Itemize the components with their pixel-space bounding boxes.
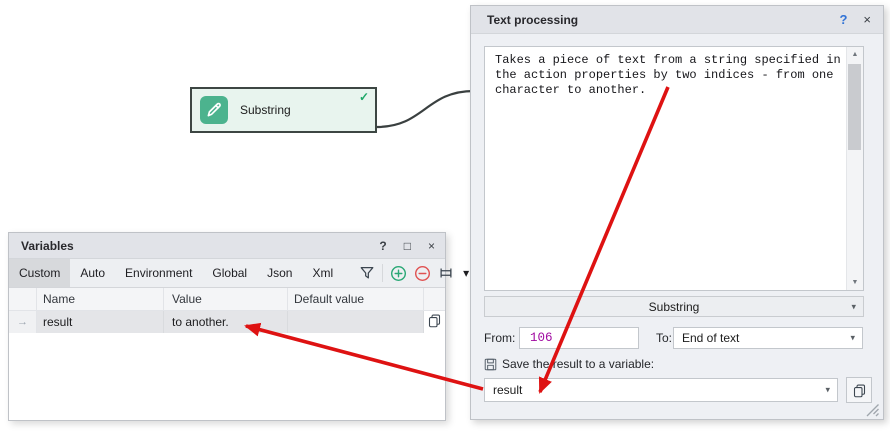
scroll-up-icon[interactable]: ▲ [847,47,863,62]
remove-variable-icon[interactable] [410,262,434,284]
chevron-down-icon: ▾ [825,385,830,396]
cell-name[interactable]: result [37,311,164,333]
save-result-label: Save the result to a variable: [502,357,654,371]
header-actions-col [424,288,445,310]
action-node-substring[interactable]: Substring ✓ [190,87,377,133]
close-icon[interactable]: × [863,12,871,27]
row-arrow-icon: → [17,316,28,328]
copy-value-icon[interactable] [427,313,442,331]
to-label: To: [656,331,672,345]
node-label: Substring [240,89,291,131]
cell-actions [424,311,445,333]
variables-title: Variables [21,239,362,253]
header-value[interactable]: Value [164,288,288,310]
save-result-row: Save the result to a variable: [484,357,654,371]
add-variable-icon[interactable] [386,262,410,284]
from-input[interactable]: 106 [519,327,639,349]
scroll-down-icon[interactable]: ▼ [847,275,863,290]
toolbar-separator [382,264,383,282]
cell-default-value[interactable] [288,311,424,333]
variables-toolbar: ▾ [355,259,474,287]
variables-panel: Variables ? □ × Custom Auto Environment … [8,232,446,421]
row-indicator: → [9,311,37,333]
variables-titlebar: Variables ? □ × [9,233,445,259]
pencil-icon [200,96,228,124]
tab-auto[interactable]: Auto [70,259,115,287]
header-default-value[interactable]: Default value [288,288,424,310]
tab-custom[interactable]: Custom [9,259,70,287]
help-icon[interactable]: ? [839,12,847,27]
from-value: 106 [530,331,553,345]
workflow-canvas: Substring ✓ Variables ? □ × Custom Auto … [0,0,890,432]
maximize-icon[interactable]: □ [404,239,411,253]
textarea-scrollbar[interactable]: ▲ ▼ [846,47,863,290]
header-indicator-col [9,288,37,310]
action-type-value: Substring [649,300,700,314]
text-processing-dialog: Text processing ? × Takes a piece of tex… [470,5,884,420]
to-value: End of text [682,331,739,345]
copy-variable-button[interactable] [846,377,872,403]
description-text: Takes a piece of text from a string spec… [485,47,847,103]
variables-tabbar: Custom Auto Environment Global Json Xml [9,259,445,288]
variables-table-header: Name Value Default value [9,288,445,311]
chevron-down-icon: ▾ [850,333,855,344]
success-check-icon: ✓ [359,90,369,104]
rename-variable-icon[interactable] [434,262,458,284]
result-variable-combobox[interactable]: result ▾ [484,378,838,402]
header-name[interactable]: Name [37,288,164,310]
tab-json[interactable]: Json [257,259,302,287]
tab-global[interactable]: Global [202,259,257,287]
close-icon[interactable]: × [428,239,435,253]
tab-environment[interactable]: Environment [115,259,202,287]
cell-value[interactable]: to another. [164,311,288,333]
resize-grip[interactable] [865,403,880,417]
chevron-down-icon: ▾ [851,301,856,312]
copy-icon [852,383,867,398]
action-type-dropdown[interactable]: Substring ▾ [484,296,864,317]
dialog-titlebar: Text processing ? × [471,6,883,34]
tab-xml[interactable]: Xml [302,259,343,287]
to-dropdown[interactable]: End of text ▾ [673,327,863,349]
description-textarea[interactable]: Takes a piece of text from a string spec… [484,46,864,291]
help-icon[interactable]: ? [379,239,386,253]
from-label: From: [484,331,515,345]
table-row-result[interactable]: → result to another. [9,311,445,333]
save-icon [484,358,497,371]
scrollbar-thumb[interactable] [848,64,861,150]
result-variable-value: result [493,383,522,397]
filter-icon[interactable] [355,262,379,284]
dialog-title: Text processing [487,13,823,27]
